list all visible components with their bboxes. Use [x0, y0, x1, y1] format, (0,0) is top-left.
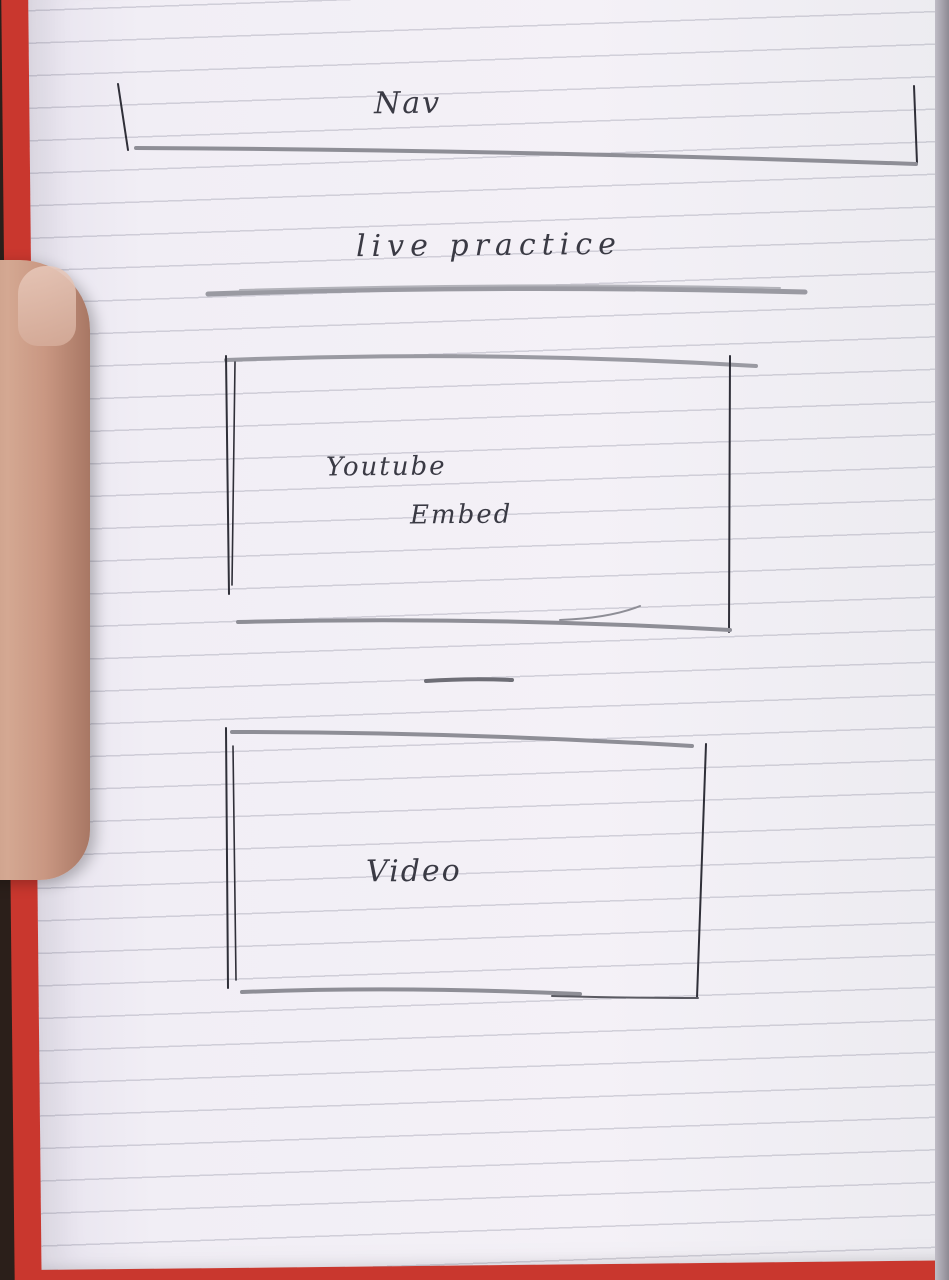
youtube-embed-label-line2: Embed: [409, 499, 513, 531]
separator-dash: [424, 677, 514, 683]
title-underline-sketch: [205, 284, 808, 297]
nav-bar-sketch: [117, 83, 918, 166]
photo-scene: Nav live practice Youtube Embed Video: [0, 0, 949, 1280]
thumbnail: [18, 266, 76, 346]
video-label: Video: [365, 853, 462, 890]
video-box-sketch: [225, 727, 707, 999]
nav-label: Nav: [373, 85, 442, 122]
youtube-embed-label-line1: Youtube: [325, 451, 447, 483]
youtube-embed-sketch: [224, 354, 758, 633]
wireframe-sketch: [117, 83, 918, 999]
holding-hand: [0, 260, 90, 880]
page-title-label: live practice: [355, 226, 623, 265]
